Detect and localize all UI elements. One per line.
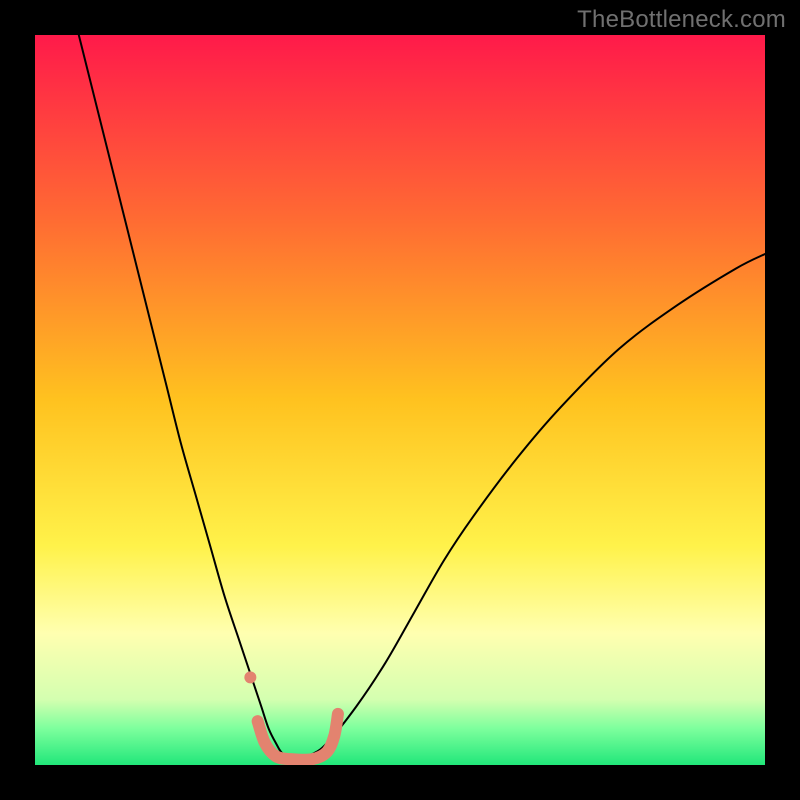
plot-area (35, 35, 765, 765)
chart-svg (35, 35, 765, 765)
chart-background (35, 35, 765, 765)
chart-frame: TheBottleneck.com (0, 0, 800, 800)
watermark-label: TheBottleneck.com (577, 6, 786, 34)
highlight-dot (244, 671, 256, 683)
